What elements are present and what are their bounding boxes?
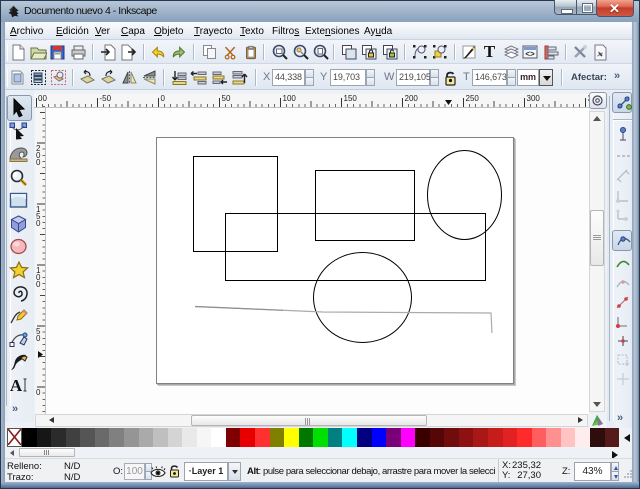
svg-text:300: 300: [527, 94, 541, 103]
svg-text:200: 200: [405, 94, 419, 103]
svg-text:50: 50: [222, 94, 231, 103]
svg-text:100: 100: [283, 94, 297, 103]
svg-text:-50: -50: [100, 94, 112, 103]
svg-text:00: 00: [38, 94, 47, 103]
svg-text:150: 150: [344, 94, 358, 103]
svg-text:250: 250: [466, 94, 480, 103]
svg-text:0: 0: [161, 94, 166, 103]
